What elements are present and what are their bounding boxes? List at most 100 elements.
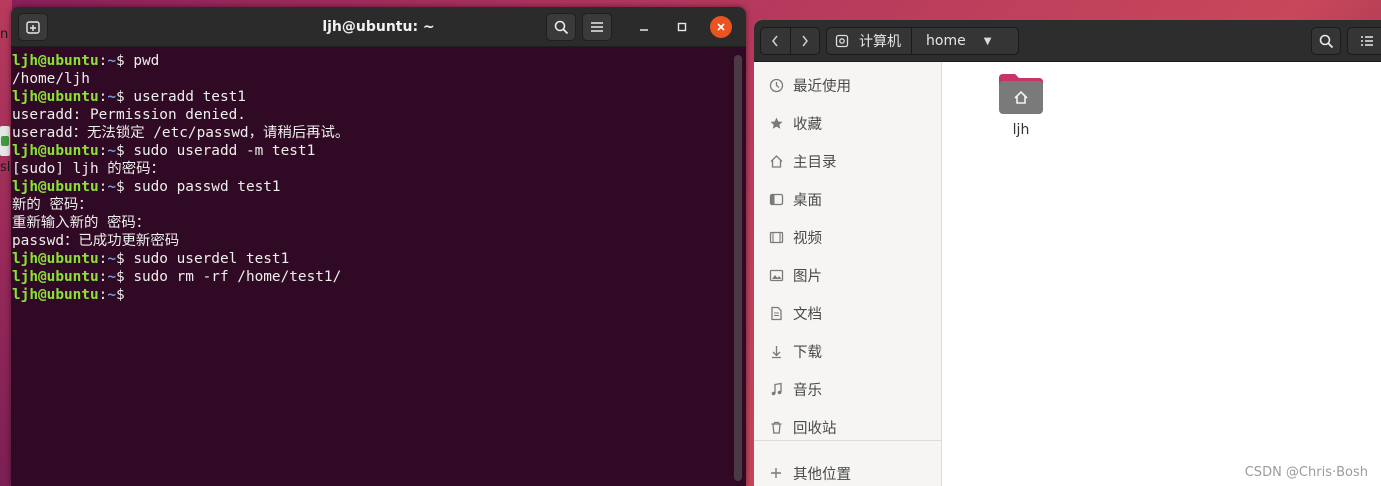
search-icon[interactable] [546, 13, 576, 41]
breadcrumb-computer[interactable]: 计算机 [827, 28, 912, 54]
sidebar-item-label: 主目录 [793, 154, 837, 171]
prompt-separator: : [98, 143, 108, 159]
home-icon [767, 154, 785, 169]
navigation-buttons [760, 27, 820, 55]
prompt-user: ljh@ubuntu [12, 251, 99, 267]
hamburger-menu-icon[interactable] [582, 13, 612, 41]
desktop-icon [767, 192, 785, 207]
sidebar-item-video[interactable]: 视频 [754, 218, 942, 256]
sidebar-item-star[interactable]: 收藏 [754, 104, 942, 142]
prompt-user: ljh@ubuntu [12, 179, 99, 195]
terminal-scrollbar[interactable] [734, 55, 742, 481]
terminal-output-line: 新的 密码： [12, 197, 93, 213]
terminal-command-line: ljh@ubuntu:~$ sudo useradd -m test1 [12, 142, 732, 160]
breadcrumb: 计算机 home ▼ [826, 27, 1019, 55]
sidebar-item-music[interactable]: 音乐 [754, 370, 942, 408]
new-tab-icon[interactable] [18, 13, 48, 41]
sidebar-item-label: 其他位置 [793, 466, 851, 483]
sidebar-item-label: 视频 [793, 230, 822, 247]
command-text: sudo rm -rf /home/test1/ [133, 269, 342, 285]
sidebar-item-other-locations[interactable]: 其他位置 [754, 454, 942, 486]
file-manager-headerbar: 计算机 home ▼ [754, 20, 1381, 62]
back-icon[interactable] [761, 28, 790, 54]
terminal-output[interactable]: ljh@ubuntu:~$ pwd/home/ljh ljh@ubuntu:~$ … [11, 50, 733, 486]
prompt-separator: : [98, 287, 108, 303]
prompt-symbol: $ [115, 251, 134, 267]
prompt-user: ljh@ubuntu [12, 89, 99, 105]
terminal-headerbar: ljh@ubuntu: ~ [11, 7, 746, 47]
terminal-output-line: useradd：无法锁定 /etc/passwd，请稍后再试。 [12, 125, 350, 141]
breadcrumb-home[interactable]: home ▼ [912, 28, 999, 54]
prompt-path: ~ [107, 53, 116, 69]
sidebar: 其他位置 最近使用收藏主目录桌面视频图片文档下载音乐回收站 [754, 62, 942, 486]
command-text: sudo useradd -m test1 [133, 143, 316, 159]
sidebar-item-download[interactable]: 下载 [754, 332, 942, 370]
sidebar-item-label: 音乐 [793, 382, 822, 399]
prompt-user: ljh@ubuntu [12, 53, 99, 69]
prompt-symbol: $ [115, 269, 134, 285]
sidebar-item-label: 回收站 [793, 420, 837, 437]
cursor [133, 286, 143, 302]
sidebar-item-desktop[interactable]: 桌面 [754, 180, 942, 218]
prompt-separator: : [98, 89, 108, 105]
prompt-path: ~ [107, 269, 116, 285]
prompt-path: ~ [107, 251, 116, 267]
command-text: sudo userdel test1 [133, 251, 290, 267]
terminal-command-line: ljh@ubuntu:~$ pwd [12, 52, 732, 70]
home-folder-icon [995, 72, 1047, 120]
sidebar-item-recent[interactable]: 最近使用 [754, 66, 942, 104]
download-icon [767, 344, 785, 359]
chevron-down-icon[interactable]: ▼ [984, 36, 992, 47]
sidebar-item-home[interactable]: 主目录 [754, 142, 942, 180]
music-icon [767, 382, 785, 397]
watermark: CSDN @Chris·Bosh [1244, 465, 1368, 480]
folder-view[interactable]: ljh CSDN @Chris·Bosh [943, 62, 1381, 486]
desktop-icon-label-partial: sl [0, 160, 11, 175]
sidebar-item-document[interactable]: 文档 [754, 294, 942, 332]
plus-icon [767, 467, 785, 479]
prompt-separator: : [98, 251, 108, 267]
terminal-command-line: ljh@ubuntu:~$ sudo userdel test1 [12, 250, 732, 268]
prompt-separator: : [98, 269, 108, 285]
command-text: pwd [133, 53, 160, 69]
file-manager-window[interactable]: 计算机 home ▼ 其他位置 最近使用收藏主目录桌面视频图片文档下载音乐回收站 [754, 20, 1381, 486]
list-view-icon[interactable] [1347, 27, 1381, 55]
terminal-output-line: passwd：已成功更新密码 [12, 233, 180, 249]
maximize-icon[interactable] [671, 16, 693, 38]
minimize-icon[interactable] [633, 16, 655, 38]
forward-icon[interactable] [789, 28, 819, 54]
recent-icon [767, 78, 785, 93]
folder-label: ljh [1012, 122, 1030, 138]
breadcrumb-computer-label: 计算机 [859, 34, 901, 50]
terminal-window[interactable]: ljh@ubuntu: ~ ljh@ubuntu:~$ pwd/home/ljh… [11, 7, 746, 486]
sidebar-item-trash[interactable]: 回收站 [754, 408, 942, 446]
breadcrumb-home-label: home [926, 33, 966, 49]
sidebar-item-picture[interactable]: 图片 [754, 256, 942, 294]
terminal-command-line: ljh@ubuntu:~$ [12, 286, 732, 304]
terminal-output-line: 重新输入新的 密码： [12, 215, 151, 231]
sidebar-item-label: 文档 [793, 306, 822, 323]
sidebar-item-label: 下载 [793, 344, 822, 361]
picture-icon [767, 268, 785, 283]
terminal-output-line: /home/ljh [12, 71, 90, 87]
prompt-user: ljh@ubuntu [12, 269, 99, 285]
sidebar-item-label: 最近使用 [793, 78, 851, 95]
prompt-path: ~ [107, 89, 116, 105]
video-icon [767, 230, 785, 245]
terminal-command-line: ljh@ubuntu:~$ sudo passwd test1 [12, 178, 732, 196]
folder-item[interactable]: ljh [995, 72, 1047, 138]
prompt-symbol: $ [115, 287, 134, 303]
prompt-symbol: $ [115, 89, 134, 105]
desktop-trash-icon[interactable] [0, 126, 10, 156]
search-icon[interactable] [1311, 27, 1341, 55]
prompt-user: ljh@ubuntu [12, 287, 99, 303]
trash-icon [767, 420, 785, 435]
close-icon[interactable] [710, 16, 732, 38]
prompt-symbol: $ [115, 143, 134, 159]
prompt-separator: : [98, 179, 108, 195]
star-icon [767, 116, 785, 131]
prompt-path: ~ [107, 287, 116, 303]
prompt-symbol: $ [115, 53, 134, 69]
terminal-output-line: useradd: Permission denied. [12, 107, 246, 123]
terminal-output-line: [sudo] ljh 的密码： [12, 161, 165, 177]
